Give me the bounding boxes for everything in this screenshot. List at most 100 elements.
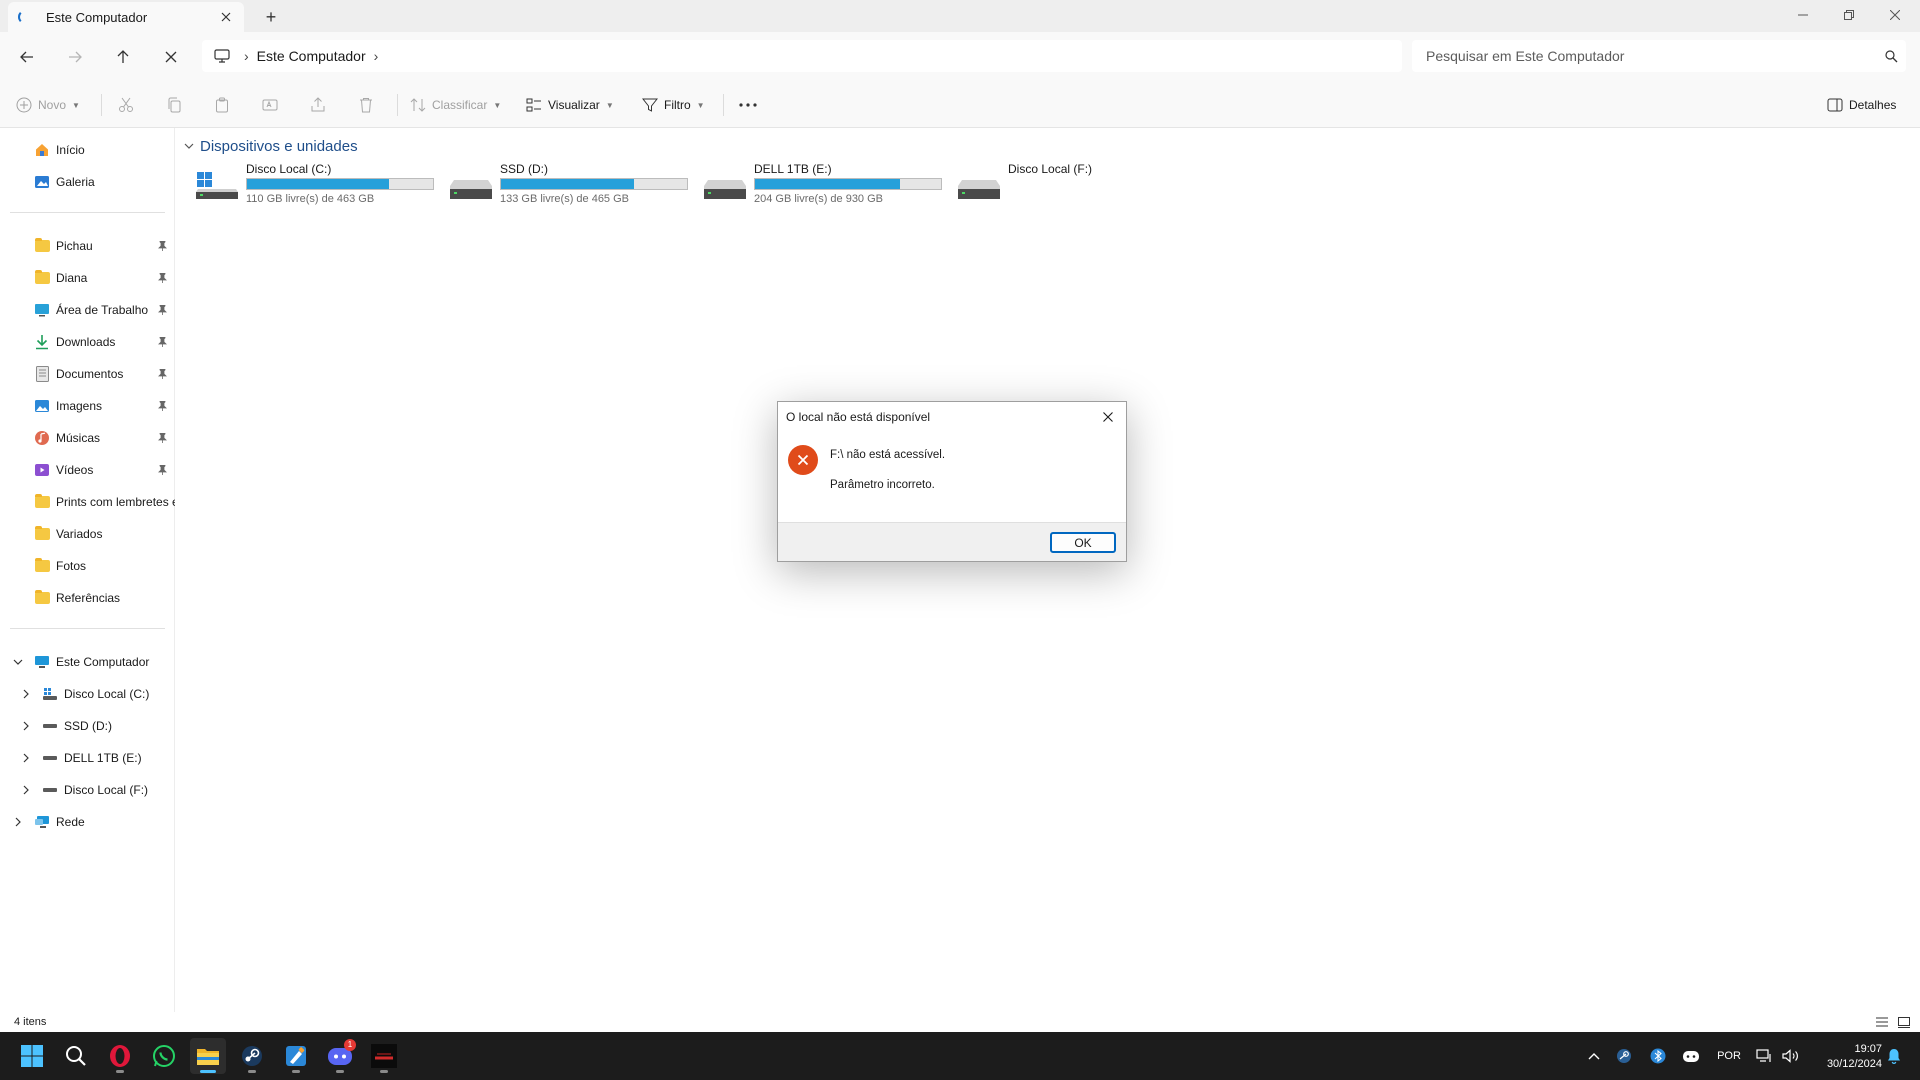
pin-icon[interactable] xyxy=(155,337,169,347)
sidebar-item-drive-e[interactable]: DELL 1TB (E:) xyxy=(0,745,175,771)
file-explorer-icon[interactable] xyxy=(190,1038,226,1074)
pin-icon[interactable] xyxy=(155,369,169,379)
sidebar-item-prints[interactable]: Prints com lembretes e xyxy=(0,489,175,515)
ok-button[interactable]: OK xyxy=(1050,532,1116,553)
taskbar-search-icon[interactable] xyxy=(58,1038,94,1074)
more-options-icon[interactable] xyxy=(738,90,758,120)
sidebar-item-imagens[interactable]: Imagens xyxy=(0,393,175,419)
game-app-icon[interactable] xyxy=(366,1038,402,1074)
sidebar-item-area-de-trabalho[interactable]: Área de Trabalho xyxy=(0,297,175,323)
up-arrow-icon[interactable] xyxy=(108,42,138,72)
paste-icon[interactable] xyxy=(214,90,230,120)
sidebar-item-drive-d[interactable]: SSD (D:) xyxy=(0,713,175,739)
breadcrumb-este-computador[interactable]: Este Computador xyxy=(257,48,366,64)
search-input[interactable]: Pesquisar em Este Computador xyxy=(1426,48,1876,64)
new-button[interactable]: Novo ▼ xyxy=(16,90,80,120)
tray-discord-icon[interactable] xyxy=(1680,1046,1702,1066)
drive-tile-e[interactable]: DELL 1TB (E:) 204 GB livre(s) de 930 GB xyxy=(704,162,944,206)
sidebar-item-documentos[interactable]: Documentos xyxy=(0,361,175,387)
drive-tile-d[interactable]: SSD (D:) 133 GB livre(s) de 465 GB xyxy=(450,162,690,206)
taskbar-clock[interactable]: 19:07 30/12/2024 xyxy=(1806,1042,1882,1072)
view-button[interactable]: Visualizar ▼ xyxy=(526,90,614,120)
dialog-message-primary: F:\ não está acessível. xyxy=(830,449,946,461)
navigation-row: › Este Computador › Pesquisar em Este Co… xyxy=(0,32,1920,80)
sidebar-item-fotos[interactable]: Fotos xyxy=(0,553,175,579)
pin-icon[interactable] xyxy=(155,401,169,411)
breadcrumb-chevron-icon[interactable]: › xyxy=(244,48,249,64)
sidebar-item-referencias[interactable]: Referências xyxy=(0,585,175,611)
sidebar-item-musicas[interactable]: Músicas xyxy=(0,425,175,451)
chevron-right-icon[interactable] xyxy=(18,785,34,795)
sidebar-item-variados[interactable]: Variados xyxy=(0,521,175,547)
sidebar-item-galeria[interactable]: Galeria xyxy=(0,169,175,195)
stop-icon[interactable] xyxy=(156,42,186,72)
show-hidden-icons-icon[interactable] xyxy=(1584,1046,1604,1066)
tray-steam-icon[interactable] xyxy=(1614,1046,1634,1066)
chevron-right-icon[interactable] xyxy=(10,817,26,827)
share-icon[interactable] xyxy=(310,90,326,120)
details-view-icon[interactable] xyxy=(1874,1015,1890,1029)
search-icon[interactable] xyxy=(1876,41,1906,71)
discord-icon[interactable]: 1 xyxy=(322,1038,358,1074)
pin-icon[interactable] xyxy=(155,305,169,315)
volume-icon[interactable] xyxy=(1780,1046,1802,1066)
cut-icon[interactable] xyxy=(118,90,134,120)
drive-icon xyxy=(42,782,58,798)
sidebar-item-downloads[interactable]: Downloads xyxy=(0,329,175,355)
filter-icon xyxy=(642,98,658,112)
group-header-devices[interactable]: Dispositivos e unidades xyxy=(184,136,358,156)
pin-icon[interactable] xyxy=(155,273,169,283)
tiles-view-icon[interactable] xyxy=(1896,1015,1912,1029)
chevron-right-icon[interactable] xyxy=(18,721,34,731)
drive-tile-f[interactable]: Disco Local (F:) xyxy=(958,162,1198,206)
breadcrumb-chevron-icon[interactable]: › xyxy=(374,48,379,64)
pin-icon[interactable] xyxy=(155,465,169,475)
chevron-down-icon[interactable] xyxy=(184,141,194,152)
sidebar-item-videos[interactable]: Vídeos xyxy=(0,457,175,483)
sidebar-item-pichau[interactable]: Pichau xyxy=(0,233,175,259)
sidebar-item-diana[interactable]: Diana xyxy=(0,265,175,291)
dialog-title-bar[interactable]: O local não está disponível xyxy=(778,402,1126,432)
steam-icon[interactable] xyxy=(234,1038,270,1074)
details-button[interactable]: Detalhes xyxy=(1827,90,1896,120)
chevron-right-icon[interactable] xyxy=(18,689,34,699)
restore-icon[interactable] xyxy=(1826,0,1872,30)
sidebar-item-rede[interactable]: Rede xyxy=(0,809,175,835)
document-icon xyxy=(34,366,50,382)
address-bar[interactable]: › Este Computador › xyxy=(202,40,1402,72)
tab-este-computador[interactable]: Este Computador xyxy=(8,2,244,32)
tab-close-icon[interactable] xyxy=(214,5,238,29)
copy-icon[interactable] xyxy=(166,90,182,120)
start-button[interactable] xyxy=(14,1038,50,1074)
sidebar-item-inicio[interactable]: Início xyxy=(0,137,175,163)
delete-icon[interactable] xyxy=(358,90,374,120)
chevron-down-icon[interactable] xyxy=(10,659,26,665)
close-window-icon[interactable] xyxy=(1872,0,1918,30)
chevron-right-icon[interactable] xyxy=(18,753,34,763)
sort-button[interactable]: Classificar ▼ xyxy=(410,90,501,120)
paint-app-icon[interactable] xyxy=(278,1038,314,1074)
pin-icon[interactable] xyxy=(155,433,169,443)
sidebar-item-drive-c[interactable]: Disco Local (C:) xyxy=(0,681,175,707)
whatsapp-icon[interactable] xyxy=(146,1038,182,1074)
back-arrow-icon[interactable] xyxy=(12,42,42,72)
sidebar-item-drive-f[interactable]: Disco Local (F:) xyxy=(0,777,175,803)
tray-bluetooth-icon[interactable] xyxy=(1648,1046,1668,1066)
notifications-bell-icon[interactable] xyxy=(1884,1046,1904,1066)
filter-button[interactable]: Filtro ▼ xyxy=(642,90,705,120)
chevron-down-icon: ▼ xyxy=(493,100,502,110)
new-tab-button[interactable]: + xyxy=(258,4,284,30)
pin-icon[interactable] xyxy=(155,241,169,251)
network-status-icon[interactable] xyxy=(1754,1046,1774,1066)
dialog-close-icon[interactable] xyxy=(1096,406,1120,428)
language-indicator[interactable]: POR xyxy=(1712,1046,1746,1066)
forward-arrow-icon[interactable] xyxy=(60,42,90,72)
minimize-icon[interactable] xyxy=(1780,0,1826,30)
sidebar-item-este-computador[interactable]: Este Computador xyxy=(0,649,175,675)
rename-icon[interactable] xyxy=(262,90,278,120)
clock-time: 19:07 xyxy=(1854,1043,1882,1055)
drive-tile-c[interactable]: Disco Local (C:) 110 GB livre(s) de 463 … xyxy=(196,162,436,206)
search-box[interactable]: Pesquisar em Este Computador xyxy=(1412,40,1906,72)
opera-icon[interactable] xyxy=(102,1038,138,1074)
home-icon xyxy=(34,142,50,158)
